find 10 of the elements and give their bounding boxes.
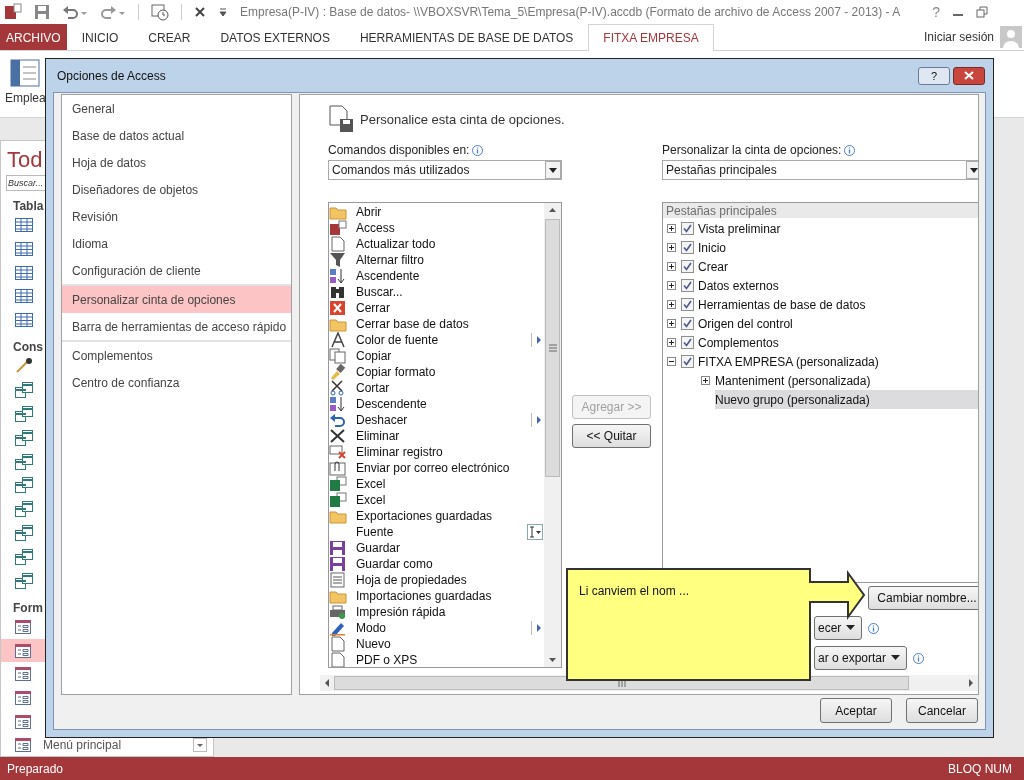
status-indicator: BLOQ NUM bbox=[948, 761, 1012, 776]
callout-text: Li canviem el nom ... bbox=[579, 584, 690, 598]
pane-title: Tod bbox=[6, 146, 43, 173]
field-label: Comandos disponibles en: bbox=[328, 143, 470, 157]
section-heading: Personalice esta cinta de opciones. bbox=[360, 111, 565, 127]
dialog-title: Opciones de Access bbox=[57, 68, 166, 83]
field-label: Personalizar la cinta de opciones: bbox=[662, 143, 842, 157]
window-title: Empresa(P-IV) : Base de datos- \\VBOXSVR\Tema_5\Empresa(P-IV).accdb (Formato de archivo de Access 2007 - 2013) - A bbox=[240, 5, 902, 19]
status-text: Preparado bbox=[7, 761, 64, 776]
tree-header: Pestañas principales bbox=[663, 203, 978, 218]
